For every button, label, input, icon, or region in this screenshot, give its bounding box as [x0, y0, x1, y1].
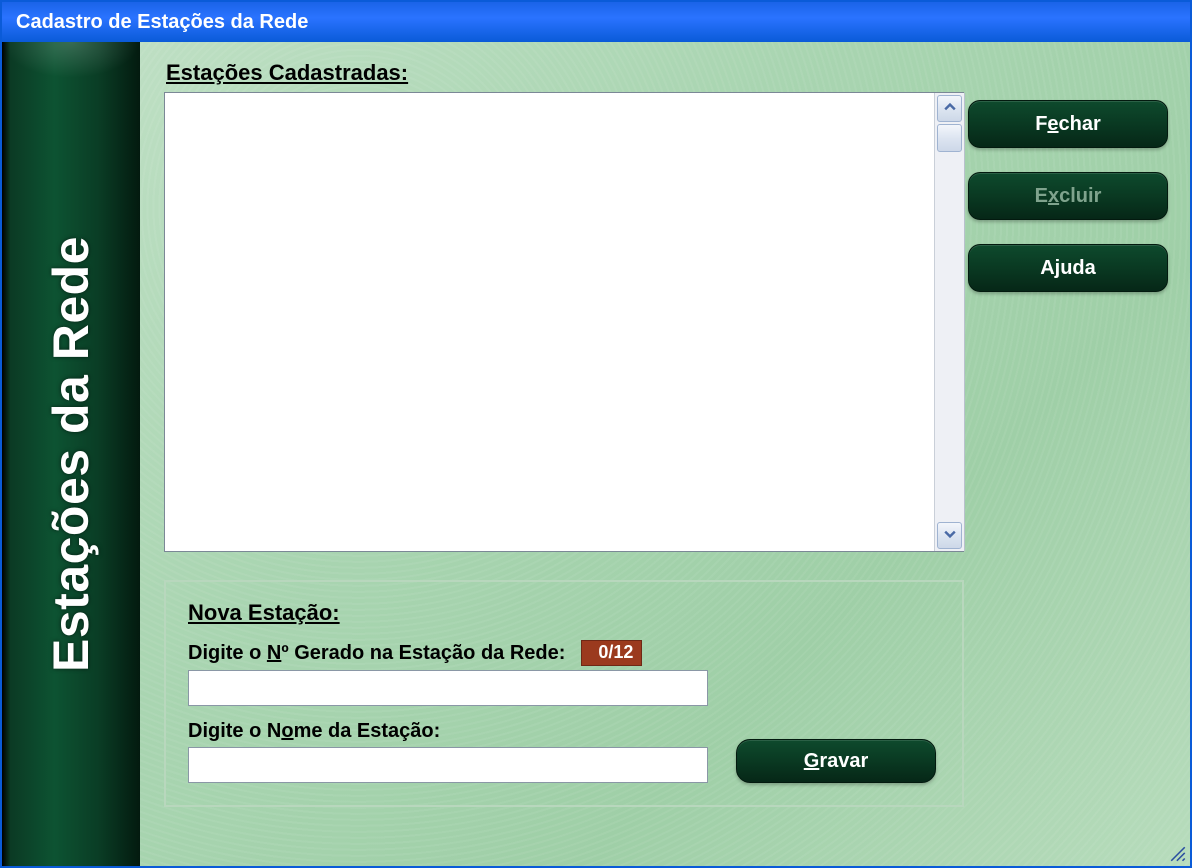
chevron-down-icon	[944, 527, 956, 545]
side-banner: Estações da Rede	[2, 42, 140, 866]
app-window: Cadastro de Estações da Rede Estações da…	[0, 0, 1192, 868]
titlebar: Cadastro de Estações da Rede	[2, 2, 1190, 42]
side-banner-label: Estações da Rede	[42, 236, 100, 672]
resize-grip-icon[interactable]	[1169, 845, 1187, 863]
char-counter: 0/12	[581, 640, 642, 666]
number-field-label-row: Digite o Nº Gerado na Estação da Rede: 0…	[188, 640, 940, 666]
new-station-group: Nova Estação: Digite o Nº Gerado na Esta…	[164, 580, 964, 807]
group-title: Nova Estação:	[188, 600, 940, 626]
scroll-thumb[interactable]	[937, 124, 962, 152]
close-button-label: Fechar	[1035, 113, 1101, 136]
stations-listbox[interactable]	[164, 92, 964, 552]
help-button-label: Ajuda	[1040, 257, 1096, 280]
vertical-scrollbar[interactable]	[934, 93, 965, 551]
help-button[interactable]: Ajuda	[968, 244, 1168, 292]
station-number-input[interactable]	[188, 670, 708, 706]
delete-button-label: Excluir	[1035, 185, 1102, 208]
scroll-up-button[interactable]	[937, 95, 962, 122]
window-title: Cadastro de Estações da Rede	[16, 11, 308, 34]
main-area: Estações Cadastradas:	[140, 42, 1190, 866]
station-name-input[interactable]	[188, 747, 708, 783]
action-buttons: Fechar Excluir Ajuda	[968, 100, 1168, 292]
name-field-label-row: Digite o Nome da Estação:	[188, 720, 708, 743]
scroll-down-button[interactable]	[937, 522, 962, 549]
chevron-up-icon	[944, 100, 956, 118]
delete-button[interactable]: Excluir	[968, 172, 1168, 220]
name-field-label: Digite o Nome da Estação:	[188, 720, 440, 743]
stations-listbox-viewport[interactable]	[165, 93, 934, 551]
save-button[interactable]: Gravar	[736, 739, 936, 783]
close-button[interactable]: Fechar	[968, 100, 1168, 148]
banner-glare	[2, 42, 140, 78]
client-area: Estações da Rede Estações Cadastradas:	[2, 42, 1190, 866]
number-field-label: Digite o Nº Gerado na Estação da Rede:	[188, 642, 565, 665]
list-title: Estações Cadastradas:	[166, 60, 1166, 86]
save-button-label: Gravar	[804, 750, 869, 773]
name-row: Digite o Nome da Estação: Gravar	[188, 720, 940, 783]
